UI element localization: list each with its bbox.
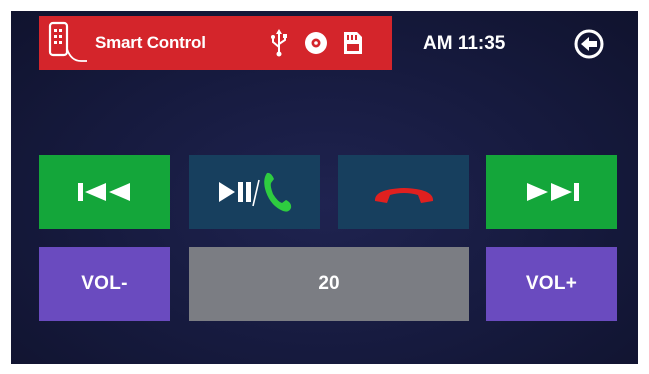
hang-up-button[interactable] <box>338 155 469 229</box>
head-unit-screen: Smart Control AM 11:35 VOL- 20 VOL+ <box>11 11 638 364</box>
volume-down-label: VOL- <box>81 273 128 294</box>
disc-icon <box>305 32 327 54</box>
volume-up-label: VOL+ <box>525 273 578 294</box>
volume-value: 20 <box>318 273 340 294</box>
next-track-button[interactable] <box>486 155 617 229</box>
play-pause-answer-button[interactable] <box>189 155 320 229</box>
volume-up-button[interactable]: VOL+ <box>486 247 617 321</box>
previous-track-button[interactable] <box>39 155 170 229</box>
phone-answer-icon <box>263 172 291 212</box>
phone-icon <box>48 21 87 62</box>
skip-previous-icon <box>77 183 130 201</box>
volume-level-display: 20 <box>189 247 469 321</box>
sd-card-icon <box>344 32 362 54</box>
app-title: Smart Control <box>95 33 206 52</box>
phone-hangup-icon <box>374 188 433 203</box>
volume-down-button[interactable]: VOL- <box>39 247 170 321</box>
clock: AM 11:35 <box>423 33 506 54</box>
back-arrow-icon[interactable] <box>573 28 605 60</box>
play-pause-icon <box>218 179 260 207</box>
skip-next-icon <box>526 183 579 201</box>
usb-icon <box>271 29 287 57</box>
status-bar: Smart Control <box>39 16 392 70</box>
